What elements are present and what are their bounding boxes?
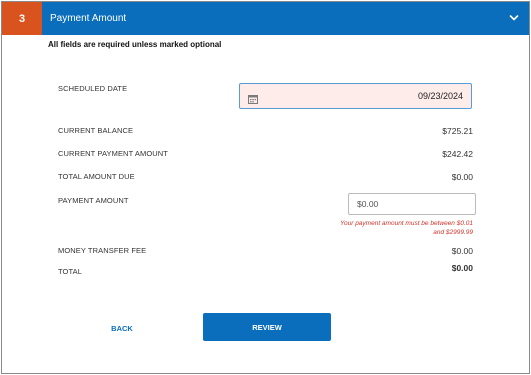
required-fields-note: All fields are required unless marked op…: [48, 40, 222, 49]
current-balance-value: $725.21: [442, 126, 473, 136]
scheduled-date-label: SCHEDULED DATE: [58, 84, 128, 93]
back-button[interactable]: BACK: [102, 320, 142, 336]
payment-amount-error: Your payment amount must be between $0.0…: [340, 220, 473, 236]
current-balance-label: CURRENT BALANCE: [58, 126, 134, 135]
chevron-down-icon[interactable]: [507, 11, 521, 25]
total-amount-due-value: $0.00: [451, 172, 473, 182]
current-payment-amount-label: CURRENT PAYMENT AMOUNT: [58, 149, 168, 158]
scheduled-date-field[interactable]: 09/23/2024: [239, 83, 472, 109]
step-number-badge: 3: [2, 2, 42, 35]
calendar-icon: [248, 91, 258, 104]
section-title: Payment Amount: [50, 13, 127, 24]
scheduled-date-value: 09/23/2024: [417, 91, 463, 101]
total-amount-due-label: TOTAL AMOUNT DUE: [58, 172, 135, 181]
money-transfer-fee-label: MONEY TRANSFER FEE: [58, 246, 147, 255]
total-label: TOTAL: [58, 267, 82, 276]
section-header[interactable]: 3 Payment Amount: [2, 2, 529, 35]
review-button[interactable]: REVIEW: [203, 313, 331, 341]
total-value: $0.00: [451, 263, 473, 273]
payment-amount-label: PAYMENT AMOUNT: [58, 196, 129, 205]
money-transfer-fee-value: $0.00: [451, 246, 473, 256]
current-payment-amount-value: $242.42: [442, 149, 473, 159]
payment-amount-panel: 3 Payment Amount All fields are required…: [1, 1, 530, 374]
payment-amount-input[interactable]: [348, 193, 476, 215]
